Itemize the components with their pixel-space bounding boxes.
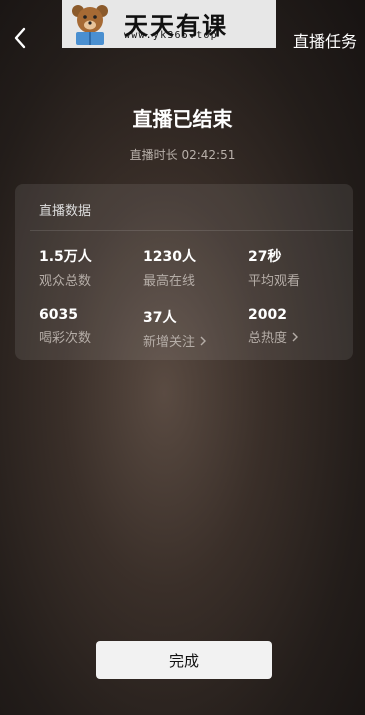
stat-label: 总热度 [248, 331, 288, 346]
page-title: 直播已结束 [132, 107, 233, 131]
stat-value: 1230人 [143, 249, 196, 265]
card-title: 直播数据 [39, 204, 92, 219]
chevron-right-icon [292, 332, 299, 341]
stat-label: 平均观看 [248, 274, 301, 289]
stat-value: 6035 [39, 307, 78, 323]
logo-watermark: 天天有课 www.yk365.top [62, 0, 276, 48]
stat-total-heat[interactable]: 2002 总热度 [248, 307, 299, 346]
top-bar: 天天有课 www.yk365.top 直播任务 [0, 0, 365, 72]
stat-label: 观众总数 [39, 274, 92, 289]
stat-new-followers[interactable]: 37人 新增关注 [143, 307, 207, 350]
chevron-right-icon [200, 336, 207, 345]
live-tasks-link[interactable]: 直播任务 [293, 28, 357, 52]
stat-average-watch: 27秒 平均观看 [248, 246, 300, 289]
back-button[interactable] [10, 24, 30, 52]
stat-label: 最高在线 [143, 274, 196, 289]
stat-cheers: 6035 喝彩次数 [39, 307, 91, 346]
live-stats-card: 直播数据 1.5万人 观众总数 1230人 最高在线 27秒 平均观看 6035… [15, 184, 353, 360]
done-button[interactable]: 完成 [96, 641, 272, 679]
stat-value: 37人 [143, 310, 177, 326]
logo-url: www.yk365.top [124, 30, 218, 41]
stat-peak-online: 1230人 最高在线 [143, 246, 196, 289]
stat-value: 27秒 [248, 249, 282, 265]
chevron-left-icon [14, 27, 26, 49]
divider [30, 230, 353, 231]
live-duration: 直播时长 02:42:51 [129, 148, 236, 162]
stat-total-viewers: 1.5万人 观众总数 [39, 246, 92, 289]
stat-label: 新增关注 [143, 335, 196, 350]
stat-value: 2002 [248, 307, 287, 323]
stat-value: 1.5万人 [39, 249, 92, 265]
stat-label: 喝彩次数 [39, 331, 92, 346]
bear-reading-icon [72, 5, 108, 45]
